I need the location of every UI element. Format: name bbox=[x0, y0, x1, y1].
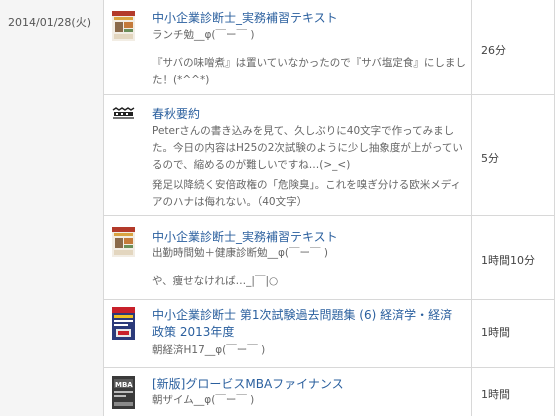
log-entry-row: 中小企業診断士_実務補習テキスト ランチ勉__φ(￣ー￣ ) 『サバの味噌煮』は… bbox=[104, 0, 555, 95]
log-entry-row: 春秋要約 Peterさんの書き込みを見て、久しぶりに40文字で作ってみました。今… bbox=[104, 95, 555, 216]
study-time: 1時間10分 bbox=[481, 254, 535, 267]
svg-text:MBA: MBA bbox=[115, 381, 133, 389]
entry-comment: Peterさんの書き込みを見て、久しぶりに40文字で作ってみました。今日の内容は… bbox=[152, 125, 463, 171]
date-cell: 2014/01/28(火) bbox=[0, 0, 104, 416]
study-memo: ランチ勉__φ(￣ー￣ ) bbox=[152, 29, 255, 41]
log-entry-row: 中小企業診断士_実務補習テキスト 出勤時間勉＋健康診断勉__φ(￣ー￣ ) や、… bbox=[104, 216, 555, 300]
book-cover-icon[interactable] bbox=[112, 307, 135, 340]
entry-comment: や、痩せなければ…_|￣|○ bbox=[152, 275, 279, 287]
book-title-link[interactable]: 中小企業診断士_実務補習テキスト bbox=[152, 10, 464, 27]
time-cell: 26分 bbox=[471, 0, 555, 94]
study-time: 1時間 bbox=[481, 388, 510, 401]
time-cell: 1時間10分 bbox=[471, 216, 555, 299]
study-log-table: 2014/01/28(火) 中小企業診断士_実務補習テキスト ランチ勉__φ(￣… bbox=[0, 0, 555, 416]
time-cell: 5分 bbox=[471, 95, 555, 215]
study-memo: 出勤時間勉＋健康診断勉__φ(￣ー￣ ) bbox=[152, 247, 328, 259]
book-title-link[interactable]: [新版]グロービスMBAファイナンス bbox=[152, 376, 464, 393]
log-entry-row: 中小企業診断士 第1次試験過去問題集 (6) 経済学・経済政策 2013年度 朝… bbox=[104, 300, 555, 368]
entry-comment: 『サバの味噌煮』は置いていなかったので『サバ塩定食』にしました！(*^^*) bbox=[152, 57, 466, 86]
study-memo: 朝ザイム__φ(￣ー￣ ) bbox=[152, 394, 255, 406]
book-logo-icon[interactable] bbox=[112, 107, 135, 121]
entry-comment-summary: 発足以降続く安倍政権の「危険臭」。これを嗅ぎ分ける欧米メディアのハナは侮れない。… bbox=[152, 179, 462, 208]
book-cover-icon[interactable] bbox=[112, 11, 135, 41]
book-title-link[interactable]: 春秋要約 bbox=[152, 106, 464, 123]
study-time: 5分 bbox=[481, 152, 499, 165]
book-cover-icon[interactable]: MBA bbox=[112, 376, 135, 409]
book-title-link[interactable]: 中小企業診断士 第1次試験過去問題集 (6) 経済学・経済政策 2013年度 bbox=[152, 307, 464, 341]
study-time: 26分 bbox=[481, 44, 506, 57]
study-time: 1時間 bbox=[481, 326, 510, 339]
log-entry-row: MBA [新版]グロービスMBAファイナンス 朝ザイム__φ(￣ー￣ ) 1時間 bbox=[104, 368, 555, 416]
study-memo: 朝経済H17__φ(￣ー￣ ) bbox=[152, 344, 266, 356]
date-label: 2014/01/28(火) bbox=[8, 16, 91, 29]
book-cover-icon[interactable] bbox=[112, 227, 135, 257]
time-cell: 1時間 bbox=[471, 368, 555, 416]
time-cell: 1時間 bbox=[471, 300, 555, 367]
book-title-link[interactable]: 中小企業診断士_実務補習テキスト bbox=[152, 229, 464, 246]
